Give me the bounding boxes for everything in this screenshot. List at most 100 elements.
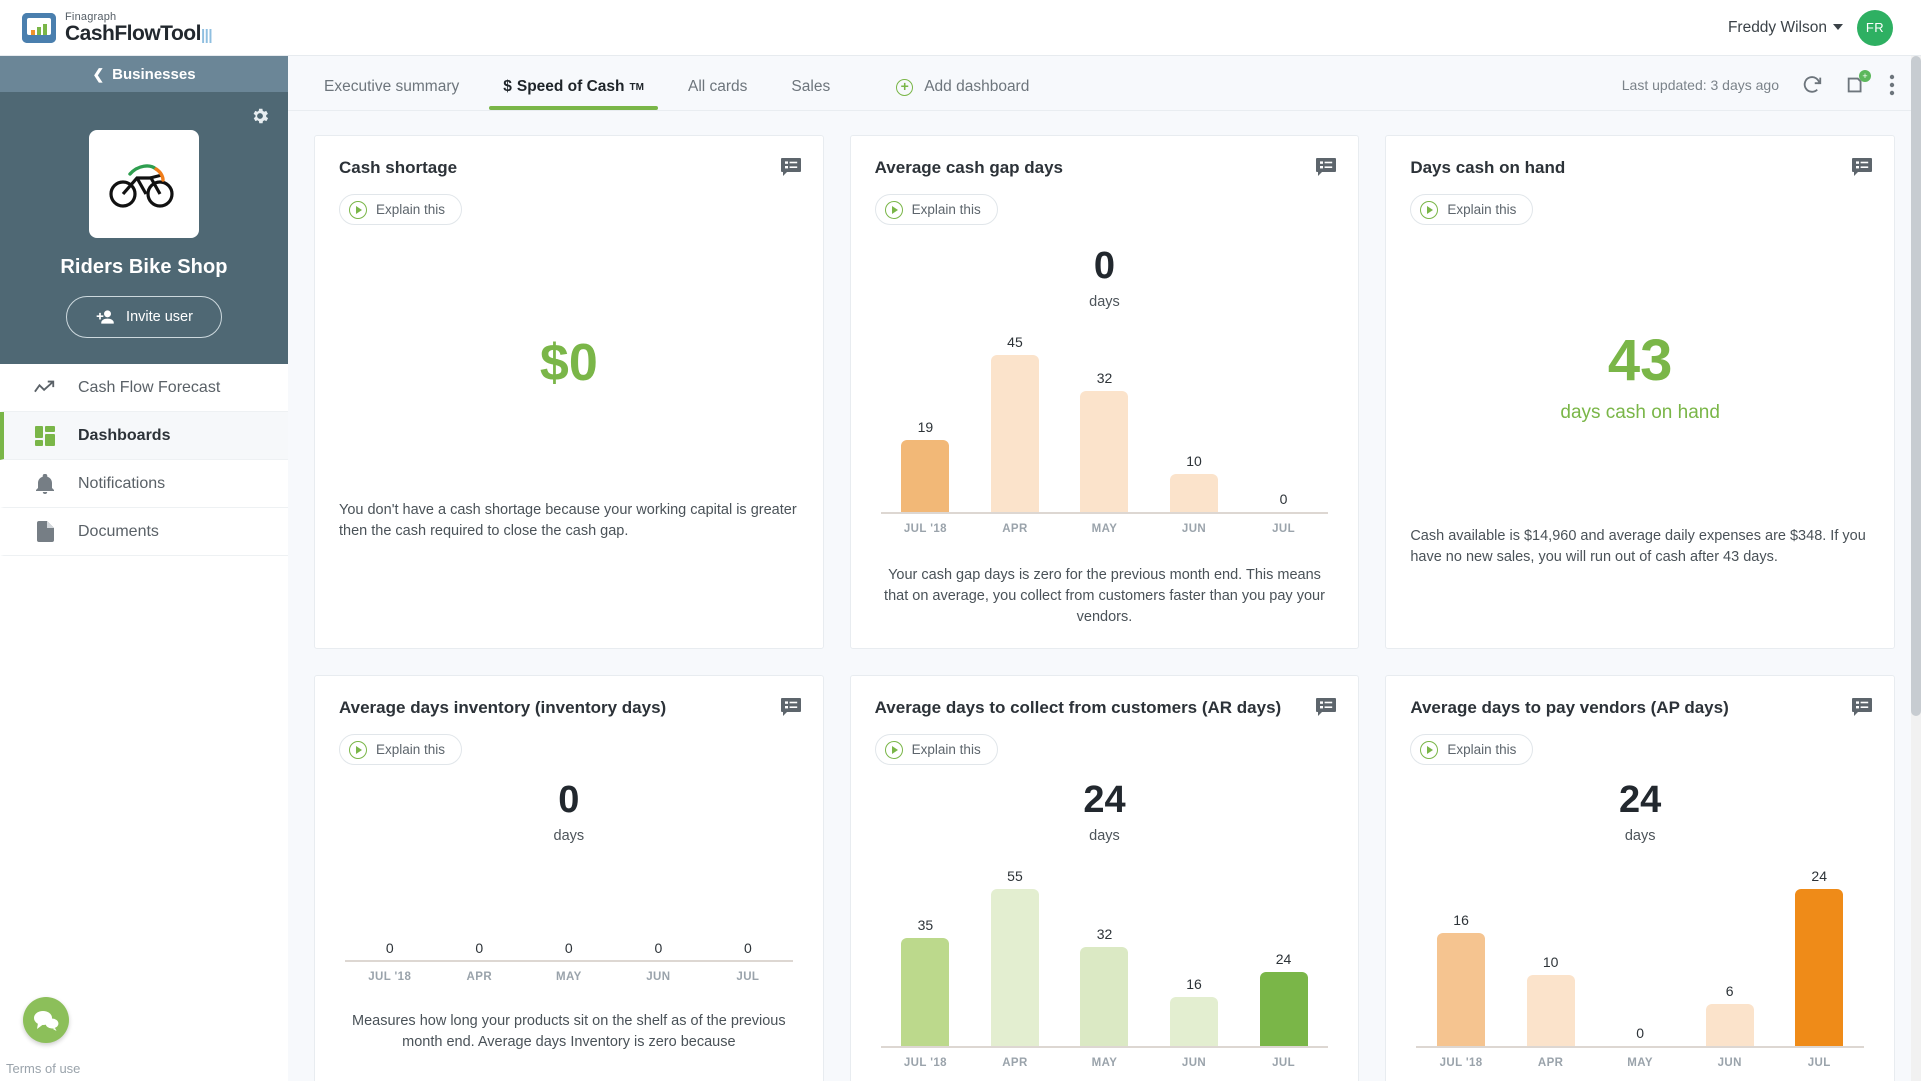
bar-rect[interactable]	[1437, 932, 1486, 1047]
bar-column[interactable]: 35	[895, 868, 955, 1047]
dashboard-cards-grid: Cash shortage Explain this $0 You don't …	[288, 111, 1921, 1081]
gear-icon[interactable]	[250, 106, 270, 132]
bar-rect[interactable]	[990, 355, 1039, 512]
explain-this-button[interactable]: Explain this	[339, 194, 463, 225]
bar-value-label: 0	[385, 940, 394, 957]
bar-rect[interactable]	[1170, 474, 1219, 512]
note-list-icon[interactable]	[1851, 158, 1872, 181]
bar-column[interactable]: 32	[1074, 868, 1134, 1047]
chart-x-axis: JUL '18 APR MAY JUN JUL	[881, 1057, 1329, 1069]
cash-gap-unit: days	[1089, 294, 1120, 310]
bar-column[interactable]: 0	[1254, 334, 1314, 512]
tab-sales[interactable]: Sales	[769, 78, 852, 110]
avatar[interactable]: FR	[1857, 9, 1893, 46]
bar-column[interactable]: 19	[895, 334, 955, 512]
bar-column[interactable]: 55	[985, 868, 1045, 1047]
bar-value-label: 35	[917, 916, 934, 933]
new-card-icon[interactable]: +	[1845, 70, 1871, 96]
bar-rect[interactable]	[990, 889, 1039, 1047]
bar-column[interactable]: 32	[1074, 334, 1134, 512]
user-menu[interactable]: Freddy Wilson FR	[1728, 9, 1921, 46]
card-description: Your cash gap days is zero for the previ…	[884, 567, 1325, 626]
bar-column[interactable]: 16	[1431, 868, 1491, 1047]
bar-column[interactable]: 45	[985, 334, 1045, 512]
plus-circle-icon: +	[896, 78, 914, 96]
x-axis-label: JUL '18	[1439, 1057, 1483, 1070]
x-axis-label: MAY	[555, 971, 582, 984]
sidebar-item-documents[interactable]: Documents	[0, 508, 288, 556]
scrollbar-thumb[interactable]	[1911, 56, 1921, 716]
bar-column[interactable]: 24	[1789, 868, 1849, 1047]
bar-column[interactable]: 6	[1700, 868, 1760, 1047]
play-circle-icon	[884, 740, 903, 759]
bar-rect[interactable]	[1795, 889, 1844, 1047]
bar-rect[interactable]	[1080, 391, 1129, 512]
chat-bubbles-icon[interactable]	[23, 997, 69, 1043]
page-scrollbar[interactable]	[1911, 56, 1921, 1081]
app-logo[interactable]: Finagraph CashFlowTool|||	[0, 11, 213, 44]
sidebar-item-label: Notifications	[78, 474, 166, 492]
bar-rect[interactable]	[901, 440, 950, 512]
x-axis-label: JUN	[646, 971, 671, 984]
refresh-icon[interactable]	[1801, 74, 1823, 96]
add-dashboard-label: Add dashboard	[924, 78, 1030, 95]
tab-speed-of-cash[interactable]: $ Speed of Cash TM	[481, 78, 666, 110]
invite-user-button[interactable]: Invite user	[66, 296, 222, 338]
x-axis-label: JUN	[1717, 1057, 1742, 1070]
note-list-icon[interactable]	[1851, 698, 1872, 721]
bar-value-label: 16	[1186, 975, 1202, 992]
bar-rect[interactable]	[1526, 975, 1575, 1047]
note-list-icon[interactable]	[1316, 158, 1337, 181]
card-title: Average days to collect from customers (…	[874, 698, 1282, 718]
bar-column[interactable]: 24	[1254, 868, 1314, 1047]
bar-rect[interactable]	[901, 937, 950, 1047]
bar-column[interactable]: 10	[1164, 334, 1224, 512]
bar-rect[interactable]	[1170, 996, 1219, 1047]
bar-column[interactable]: 16	[1164, 868, 1224, 1047]
bar-rect[interactable]	[1080, 947, 1129, 1047]
bar-value-label: 32	[1096, 370, 1113, 387]
sidebar-item-cash-flow-forecast[interactable]: Cash Flow Forecast	[0, 364, 288, 412]
ar-days-value: 24	[1083, 779, 1126, 822]
businesses-back-button[interactable]: ❮ Businesses	[0, 56, 288, 92]
sidebar-item-notifications[interactable]: Notifications	[0, 460, 288, 508]
explain-this-button[interactable]: Explain this	[339, 734, 463, 766]
bar-rect[interactable]	[1705, 1003, 1754, 1047]
business-name: Riders Bike Shop	[60, 256, 228, 278]
x-axis-label: APR	[1537, 1057, 1564, 1070]
explain-label: Explain this	[911, 742, 981, 758]
note-list-icon[interactable]	[780, 698, 801, 721]
explain-this-button[interactable]: Explain this	[874, 194, 998, 225]
x-axis-label: JUL '18	[903, 523, 947, 535]
sidebar-item-dashboards[interactable]: Dashboards	[0, 412, 288, 460]
tab-label: Speed of Cash	[516, 78, 625, 95]
card-description: You don't have a cash shortage because y…	[339, 502, 797, 540]
top-header-bar: Finagraph CashFlowTool||| Freddy Wilson …	[0, 0, 1921, 56]
explain-this-button[interactable]: Explain this	[1410, 734, 1534, 766]
terms-of-use-link[interactable]: Terms of use	[6, 1061, 80, 1076]
chevron-down-icon[interactable]	[1833, 24, 1843, 31]
bar-value-label: 24	[1275, 950, 1292, 967]
tab-executive-summary[interactable]: Executive summary	[302, 78, 481, 110]
sidebar-nav: Cash Flow Forecast Dashboards Notificati…	[0, 364, 288, 556]
tab-label: All cards	[687, 78, 748, 95]
more-vertical-icon[interactable]	[1889, 74, 1895, 96]
bar-value-label: 10	[1186, 453, 1202, 470]
add-dashboard-button[interactable]: + Add dashboard	[886, 78, 1039, 110]
chart-average-cash-gap-days: 19 45 32 10 0 JUL '18 APR MAY JUN JUL	[880, 334, 1329, 535]
explain-this-button[interactable]: Explain this	[1410, 194, 1534, 225]
inventory-days-value: 0	[558, 779, 580, 822]
explain-this-button[interactable]: Explain this	[874, 734, 998, 766]
cash-gap-value: 0	[1093, 245, 1116, 287]
x-axis-label: JUL '18	[368, 971, 412, 984]
bar-value-label: 0	[1636, 1025, 1645, 1042]
note-list-icon[interactable]	[1316, 698, 1337, 721]
bar-rect[interactable]	[1259, 971, 1308, 1047]
x-axis-label: APR	[1002, 1057, 1028, 1070]
bar-column[interactable]: 10	[1521, 868, 1581, 1047]
note-list-icon[interactable]	[780, 158, 801, 181]
tab-all-cards[interactable]: All cards	[666, 78, 769, 110]
card-title: Average days to pay vendors (AP days)	[1410, 698, 1729, 718]
card-average-days-to-collect: Average days to collect from customers (…	[849, 675, 1360, 1081]
bar-column[interactable]: 0	[1610, 868, 1670, 1046]
